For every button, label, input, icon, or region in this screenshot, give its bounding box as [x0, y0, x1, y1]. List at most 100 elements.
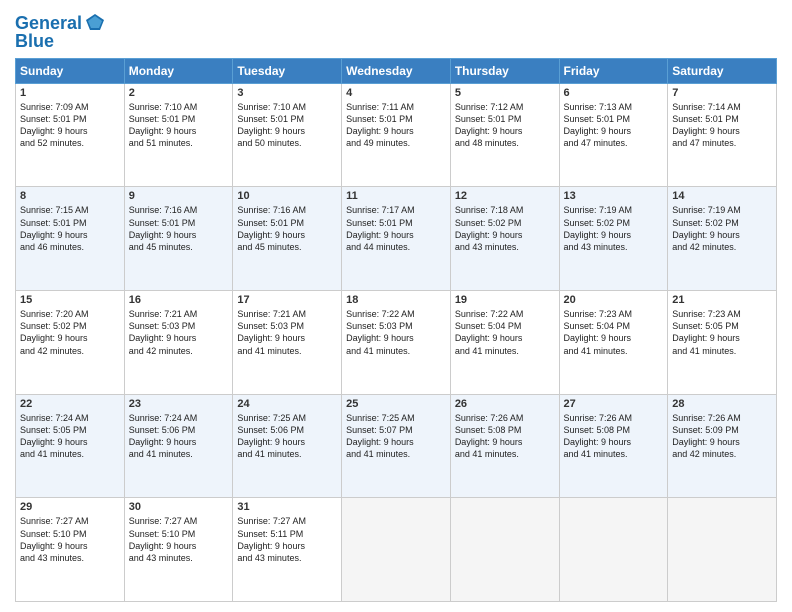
page: General Blue Sunday Monday Tuesday We [0, 0, 792, 612]
day-number: 29 [20, 501, 120, 513]
calendar-cell: 25 Sunrise: 7:25 AMSunset: 5:07 PMDayligh… [342, 394, 451, 498]
calendar-cell: 28 Sunrise: 7:26 AMSunset: 5:09 PMDayligh… [668, 394, 777, 498]
calendar-cell: 4 Sunrise: 7:11 AMSunset: 5:01 PMDaylight… [342, 83, 451, 187]
col-friday: Friday [559, 58, 668, 83]
day-number: 8 [20, 190, 120, 202]
cell-info: Sunrise: 7:21 AMSunset: 5:03 PMDaylight:… [237, 309, 306, 355]
day-number: 30 [129, 501, 229, 513]
calendar-cell: 26Sunrise: 7:26 AMSunset: 5:08 PMDayligh… [450, 394, 559, 498]
calendar-week-row: 8 Sunrise: 7:15 AMSunset: 5:01 PMDaylight… [16, 187, 777, 291]
day-number: 13 [564, 190, 664, 202]
cell-info: Sunrise: 7:09 AMSunset: 5:01 PMDaylight:… [20, 102, 89, 148]
day-number: 6 [564, 87, 664, 99]
cell-info: Sunrise: 7:10 AMSunset: 5:01 PMDaylight:… [237, 102, 306, 148]
calendar-cell: 30 Sunrise: 7:27 AMSunset: 5:10 PMDayligh… [124, 498, 233, 602]
day-number: 3 [237, 87, 337, 99]
calendar-cell: 5 Sunrise: 7:12 AMSunset: 5:01 PMDaylight… [450, 83, 559, 187]
logo-flag-icon [84, 12, 106, 34]
col-saturday: Saturday [668, 58, 777, 83]
cell-info: Sunrise: 7:12 AMSunset: 5:01 PMDaylight:… [455, 102, 524, 148]
cell-info: Sunrise: 7:16 AMSunset: 5:01 PMDaylight:… [129, 205, 198, 251]
calendar-cell: 14 Sunrise: 7:19 AMSunset: 5:02 PMDayligh… [668, 187, 777, 291]
day-number: 7 [672, 87, 772, 99]
calendar-cell: 3 Sunrise: 7:10 AMSunset: 5:01 PMDaylight… [233, 83, 342, 187]
calendar-cell: 6 Sunrise: 7:13 AMSunset: 5:01 PMDaylight… [559, 83, 668, 187]
cell-info: Sunrise: 7:19 AMSunset: 5:02 PMDaylight:… [564, 205, 633, 251]
calendar-week-row: 15Sunrise: 7:20 AMSunset: 5:02 PMDayligh… [16, 291, 777, 395]
cell-info: Sunrise: 7:22 AMSunset: 5:04 PMDaylight:… [455, 309, 524, 355]
cell-info: Sunrise: 7:11 AMSunset: 5:01 PMDaylight:… [346, 102, 414, 148]
calendar-week-row: 29 Sunrise: 7:27 AMSunset: 5:10 PMDayligh… [16, 498, 777, 602]
day-number: 11 [346, 190, 446, 202]
day-number: 17 [237, 294, 337, 306]
day-number: 2 [129, 87, 229, 99]
cell-info: Sunrise: 7:21 AMSunset: 5:03 PMDaylight:… [129, 309, 198, 355]
calendar-cell: 13 Sunrise: 7:19 AMSunset: 5:02 PMDayligh… [559, 187, 668, 291]
calendar-cell: 29Sunrise: 7:27 AMSunset: 5:10 PMDayligh… [16, 498, 125, 602]
calendar-cell: 22Sunrise: 7:24 AMSunset: 5:05 PMDayligh… [16, 394, 125, 498]
day-number: 24 [237, 398, 337, 410]
cell-info: Sunrise: 7:23 AMSunset: 5:04 PMDaylight:… [564, 309, 633, 355]
calendar-cell: 17 Sunrise: 7:21 AMSunset: 5:03 PMDayligh… [233, 291, 342, 395]
calendar-header-row: Sunday Monday Tuesday Wednesday Thursday… [16, 58, 777, 83]
calendar-cell: 21 Sunrise: 7:23 AMSunset: 5:05 PMDayligh… [668, 291, 777, 395]
cell-info: Sunrise: 7:22 AMSunset: 5:03 PMDaylight:… [346, 309, 415, 355]
cell-info: Sunrise: 7:16 AMSunset: 5:01 PMDaylight:… [237, 205, 306, 251]
logo-blue: Blue [15, 32, 106, 52]
cell-info: Sunrise: 7:25 AMSunset: 5:07 PMDaylight:… [346, 413, 415, 459]
cell-info: Sunrise: 7:10 AMSunset: 5:01 PMDaylight:… [129, 102, 198, 148]
cell-info: Sunrise: 7:13 AMSunset: 5:01 PMDaylight:… [564, 102, 633, 148]
calendar-cell: 11Sunrise: 7:17 AMSunset: 5:01 PMDayligh… [342, 187, 451, 291]
calendar-cell: 12 Sunrise: 7:18 AMSunset: 5:02 PMDayligh… [450, 187, 559, 291]
calendar-cell [450, 498, 559, 602]
day-number: 20 [564, 294, 664, 306]
day-number: 4 [346, 87, 446, 99]
cell-info: Sunrise: 7:26 AMSunset: 5:08 PMDaylight:… [455, 413, 524, 459]
calendar-cell: 1Sunrise: 7:09 AMSunset: 5:01 PMDaylight… [16, 83, 125, 187]
day-number: 5 [455, 87, 555, 99]
cell-info: Sunrise: 7:14 AMSunset: 5:01 PMDaylight:… [672, 102, 741, 148]
day-number: 12 [455, 190, 555, 202]
calendar-cell: 16 Sunrise: 7:21 AMSunset: 5:03 PMDayligh… [124, 291, 233, 395]
calendar-week-row: 22Sunrise: 7:24 AMSunset: 5:05 PMDayligh… [16, 394, 777, 498]
col-wednesday: Wednesday [342, 58, 451, 83]
calendar-week-row: 1Sunrise: 7:09 AMSunset: 5:01 PMDaylight… [16, 83, 777, 187]
cell-info: Sunrise: 7:26 AMSunset: 5:09 PMDaylight:… [672, 413, 741, 459]
cell-info: Sunrise: 7:23 AMSunset: 5:05 PMDaylight:… [672, 309, 741, 355]
day-number: 18 [346, 294, 446, 306]
cell-info: Sunrise: 7:27 AMSunset: 5:10 PMDaylight:… [129, 516, 198, 562]
calendar-cell: 23Sunrise: 7:24 AMSunset: 5:06 PMDayligh… [124, 394, 233, 498]
cell-info: Sunrise: 7:18 AMSunset: 5:02 PMDaylight:… [455, 205, 524, 251]
calendar-table: Sunday Monday Tuesday Wednesday Thursday… [15, 58, 777, 602]
calendar-cell: 20 Sunrise: 7:23 AMSunset: 5:04 PMDayligh… [559, 291, 668, 395]
day-number: 25 [346, 398, 446, 410]
calendar-cell: 9 Sunrise: 7:16 AMSunset: 5:01 PMDaylight… [124, 187, 233, 291]
day-number: 21 [672, 294, 772, 306]
calendar-cell [559, 498, 668, 602]
cell-info: Sunrise: 7:24 AMSunset: 5:05 PMDaylight:… [20, 413, 89, 459]
day-number: 16 [129, 294, 229, 306]
calendar-cell [668, 498, 777, 602]
calendar-cell: 10 Sunrise: 7:16 AMSunset: 5:01 PMDayligh… [233, 187, 342, 291]
header: General Blue [15, 10, 777, 52]
day-number: 10 [237, 190, 337, 202]
day-number: 14 [672, 190, 772, 202]
cell-info: Sunrise: 7:25 AMSunset: 5:06 PMDaylight:… [237, 413, 306, 459]
calendar-cell: 15Sunrise: 7:20 AMSunset: 5:02 PMDayligh… [16, 291, 125, 395]
day-number: 28 [672, 398, 772, 410]
cell-info: Sunrise: 7:24 AMSunset: 5:06 PMDaylight:… [129, 413, 198, 459]
day-number: 31 [237, 501, 337, 513]
cell-info: Sunrise: 7:20 AMSunset: 5:02 PMDaylight:… [20, 309, 89, 355]
cell-info: Sunrise: 7:15 AMSunset: 5:01 PMDaylight:… [20, 205, 89, 251]
calendar-cell: 8 Sunrise: 7:15 AMSunset: 5:01 PMDaylight… [16, 187, 125, 291]
cell-info: Sunrise: 7:19 AMSunset: 5:02 PMDaylight:… [672, 205, 741, 251]
day-number: 19 [455, 294, 555, 306]
calendar-cell: 27Sunrise: 7:26 AMSunset: 5:08 PMDayligh… [559, 394, 668, 498]
calendar-cell: 18 Sunrise: 7:22 AMSunset: 5:03 PMDayligh… [342, 291, 451, 395]
day-number: 9 [129, 190, 229, 202]
calendar-cell: 2 Sunrise: 7:10 AMSunset: 5:01 PMDaylight… [124, 83, 233, 187]
day-number: 27 [564, 398, 664, 410]
calendar-cell: 24 Sunrise: 7:25 AMSunset: 5:06 PMDayligh… [233, 394, 342, 498]
col-thursday: Thursday [450, 58, 559, 83]
calendar-cell: 19 Sunrise: 7:22 AMSunset: 5:04 PMDayligh… [450, 291, 559, 395]
